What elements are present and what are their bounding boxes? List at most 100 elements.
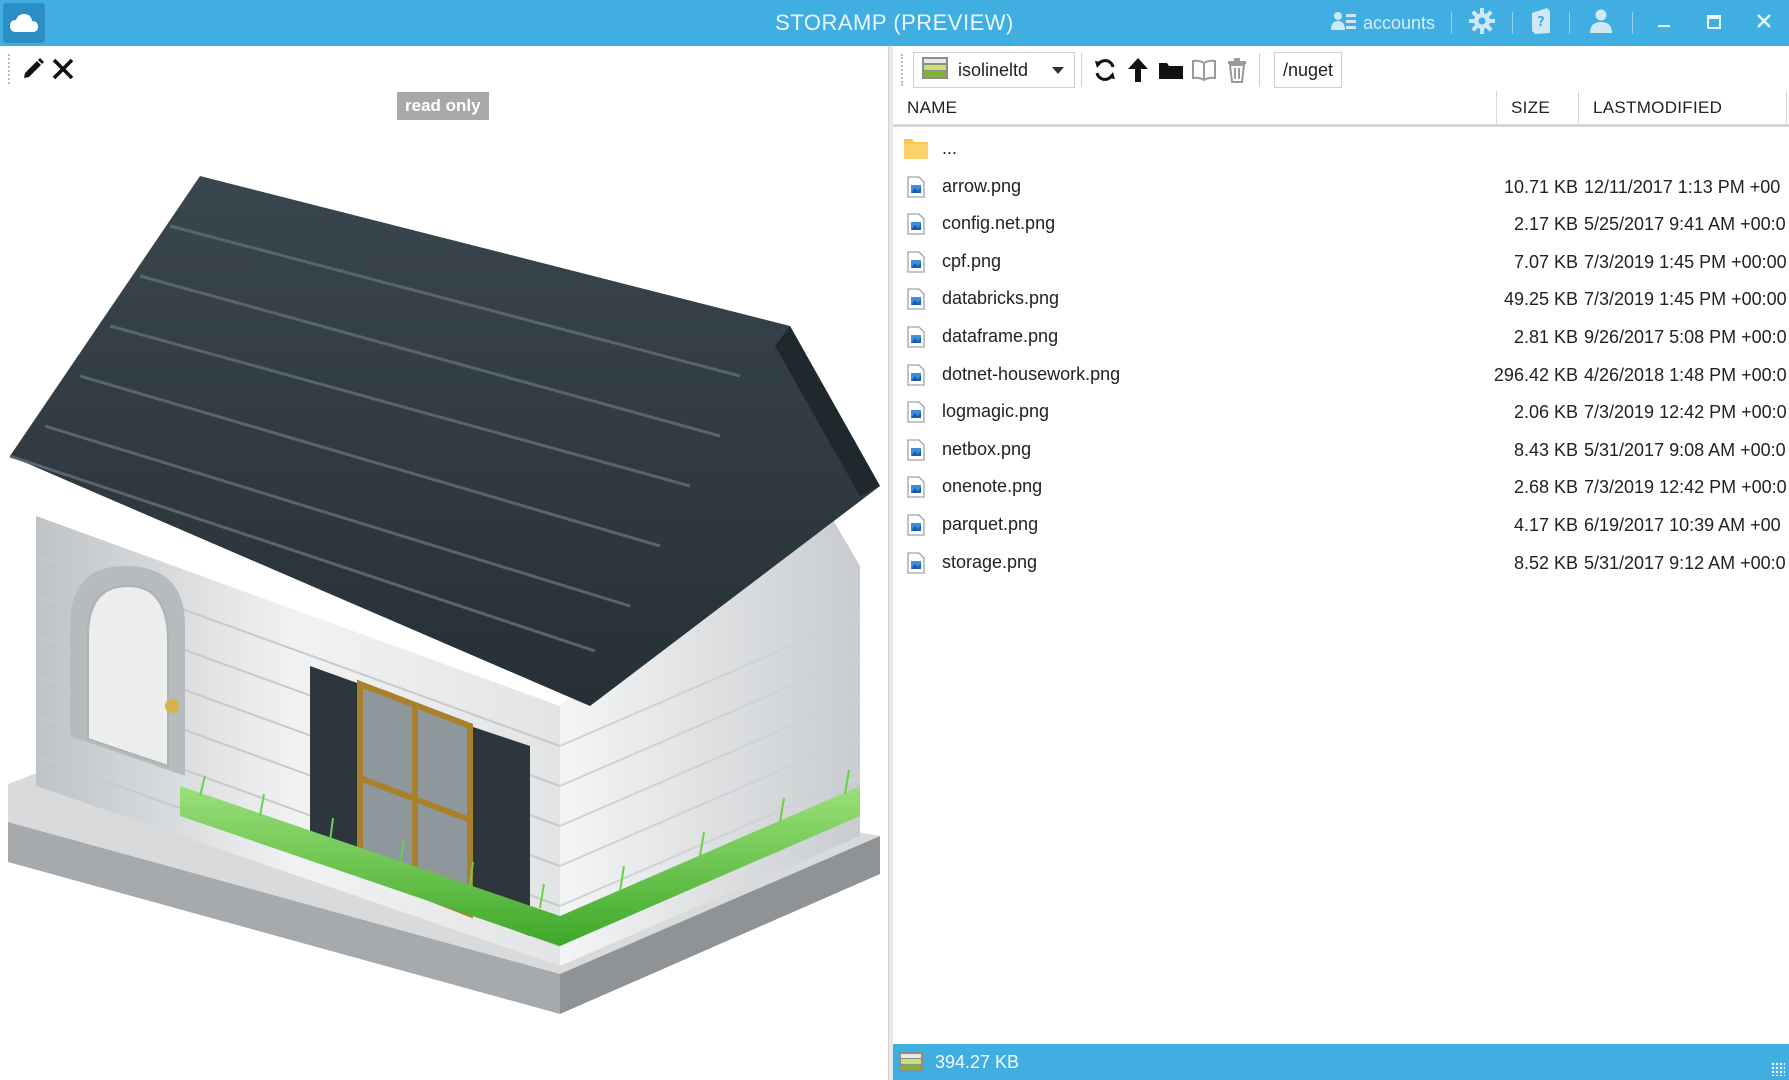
file-modified: 9/26/2017 5:08 PM +00:0 xyxy=(1584,326,1787,347)
file-name: config.net.png xyxy=(942,213,1056,234)
file-row[interactable]: dataframe.png 2.81 KB 9/26/2017 5:08 PM … xyxy=(893,318,1789,356)
file-modified: 7/3/2019 1:45 PM +00:00 xyxy=(1584,289,1787,310)
column-header-lastmodified[interactable]: LASTMODIFIED xyxy=(1579,91,1787,124)
accounts-label: accounts xyxy=(1362,12,1435,33)
accounts-icon xyxy=(1330,10,1357,37)
image-file-icon xyxy=(906,439,926,461)
open-book-icon[interactable] xyxy=(1187,52,1220,88)
image-file-icon xyxy=(906,476,926,498)
file-modified: 7/3/2019 12:42 PM +00:0 xyxy=(1584,477,1787,498)
file-size: 7.07 KB xyxy=(1513,251,1578,272)
file-row[interactable]: logmagic.png 2.06 KB 7/3/2019 12:42 PM +… xyxy=(893,393,1789,431)
image-file-icon xyxy=(906,326,926,348)
file-size: 10.71 KB xyxy=(1503,176,1578,197)
accounts-button[interactable]: accounts xyxy=(1321,0,1445,46)
close-icon[interactable] xyxy=(48,54,78,84)
file-name: dataframe.png xyxy=(942,325,1059,346)
column-header-name[interactable]: NAME xyxy=(893,91,1497,124)
file-modified: 5/31/2017 9:08 AM +00:0 xyxy=(1584,439,1786,460)
file-name: databricks.png xyxy=(942,288,1060,309)
new-folder-icon[interactable] xyxy=(1154,52,1187,88)
file-modified: 7/3/2019 12:42 PM +00:0 xyxy=(1584,402,1787,423)
file-name: ... xyxy=(942,138,958,158)
folder-icon xyxy=(903,136,929,160)
title-bar-actions: accounts ? xyxy=(1321,0,1789,46)
file-row[interactable]: dotnet-housework.png 296.42 KB 4/26/2018… xyxy=(893,356,1789,394)
read-only-badge: read only xyxy=(397,92,489,120)
file-size: 296.42 KB xyxy=(1493,364,1578,385)
cloud-icon[interactable] xyxy=(3,3,45,43)
file-size: 2.06 KB xyxy=(1513,402,1578,423)
trash-icon[interactable] xyxy=(1220,52,1253,88)
file-name: parquet.png xyxy=(942,513,1039,534)
svg-text:?: ? xyxy=(1537,15,1545,30)
chevron-down-icon xyxy=(1052,66,1064,74)
file-row[interactable]: cpf.png 7.07 KB 7/3/2019 1:45 PM +00:00 xyxy=(893,243,1789,281)
file-size: 49.25 KB xyxy=(1503,289,1578,310)
maximize-icon xyxy=(1707,12,1721,35)
path-field[interactable]: /nuget xyxy=(1274,52,1343,88)
separator xyxy=(1451,12,1452,34)
file-name: storage.png xyxy=(942,551,1038,572)
resize-grip[interactable] xyxy=(1771,1062,1785,1076)
separator xyxy=(1259,53,1260,87)
file-size: 8.52 KB xyxy=(1513,552,1578,573)
file-name: cpf.png xyxy=(942,250,1002,271)
image-file-icon xyxy=(906,363,926,386)
account-selector[interactable]: isolineltd xyxy=(913,52,1075,88)
image-file-icon xyxy=(906,514,926,536)
file-modified: 4/26/2018 1:48 PM +00:0 xyxy=(1584,364,1787,385)
image-file-icon xyxy=(906,251,926,273)
file-name: dotnet-housework.png xyxy=(942,363,1121,384)
image-file-icon xyxy=(906,401,926,423)
file-row[interactable]: parquet.png 4.17 KB 6/19/2017 10:39 AM +… xyxy=(893,506,1789,544)
file-row[interactable]: databricks.png 49.25 KB 7/3/2019 1:45 PM… xyxy=(893,280,1789,318)
maximize-button[interactable] xyxy=(1689,0,1739,46)
image-file-icon xyxy=(906,288,926,311)
gear-icon xyxy=(1468,7,1496,40)
file-name: arrow.png xyxy=(942,175,1022,196)
status-bar: 394.27 KB xyxy=(893,1044,1789,1080)
users-icon xyxy=(1586,8,1616,39)
image-file-icon xyxy=(906,551,926,574)
file-name: netbox.png xyxy=(942,438,1032,459)
refresh-icon[interactable] xyxy=(1088,52,1121,88)
file-size: 2.81 KB xyxy=(1513,326,1578,347)
file-row[interactable]: storage.png 8.52 KB 5/31/2017 9:12 AM +0… xyxy=(893,544,1789,582)
file-size: 4.17 KB xyxy=(1513,514,1578,535)
parent-folder-row[interactable]: ... xyxy=(893,130,1789,168)
pencil-icon[interactable] xyxy=(18,54,48,84)
up-arrow-icon[interactable] xyxy=(1121,52,1154,88)
file-list: ... arrow.png 10.71 KB 12/11/2017 1:13 P… xyxy=(893,130,1789,581)
file-list-header: NAME SIZE LASTMODIFIED xyxy=(893,91,1789,127)
file-modified: 12/11/2017 1:13 PM +00 xyxy=(1584,176,1781,197)
title-bar: STORAMP (PREVIEW) accounts ? xyxy=(0,0,1789,46)
file-row[interactable]: onenote.png 2.68 KB 7/3/2019 12:42 PM +0… xyxy=(893,468,1789,506)
file-size: 2.17 KB xyxy=(1513,214,1578,235)
minimize-button[interactable] xyxy=(1639,0,1689,46)
account-name: isolineltd xyxy=(958,59,1029,80)
file-name: logmagic.png xyxy=(942,401,1050,422)
column-header-size[interactable]: SIZE xyxy=(1497,91,1579,124)
separator xyxy=(1512,12,1513,34)
toolbar-grip[interactable] xyxy=(8,54,12,84)
help-button[interactable]: ? xyxy=(1519,0,1563,46)
users-button[interactable] xyxy=(1576,0,1626,46)
file-name: onenote.png xyxy=(942,476,1043,497)
help-book-icon: ? xyxy=(1529,7,1553,40)
file-row[interactable]: netbox.png 8.43 KB 5/31/2017 9:08 AM +00… xyxy=(893,431,1789,469)
file-browser-toolbar: isolineltd /nuget xyxy=(893,50,1789,90)
total-size: 394.27 KB xyxy=(935,1051,1020,1072)
close-window-button[interactable] xyxy=(1739,0,1789,46)
file-size: 2.68 KB xyxy=(1513,477,1578,498)
file-modified: 6/19/2017 10:39 AM +00 xyxy=(1584,514,1781,535)
file-modified: 5/31/2017 9:12 AM +00:0 xyxy=(1584,552,1786,573)
file-row[interactable]: config.net.png 2.17 KB 5/25/2017 9:41 AM… xyxy=(893,205,1789,243)
close-icon xyxy=(1756,12,1772,35)
settings-button[interactable] xyxy=(1458,0,1506,46)
house-image xyxy=(0,146,888,1080)
preview-pane: read only xyxy=(0,46,888,1080)
image-file-icon xyxy=(906,213,926,235)
file-row[interactable]: arrow.png 10.71 KB 12/11/2017 1:13 PM +0… xyxy=(893,168,1789,206)
preview-toolbar xyxy=(18,52,78,86)
